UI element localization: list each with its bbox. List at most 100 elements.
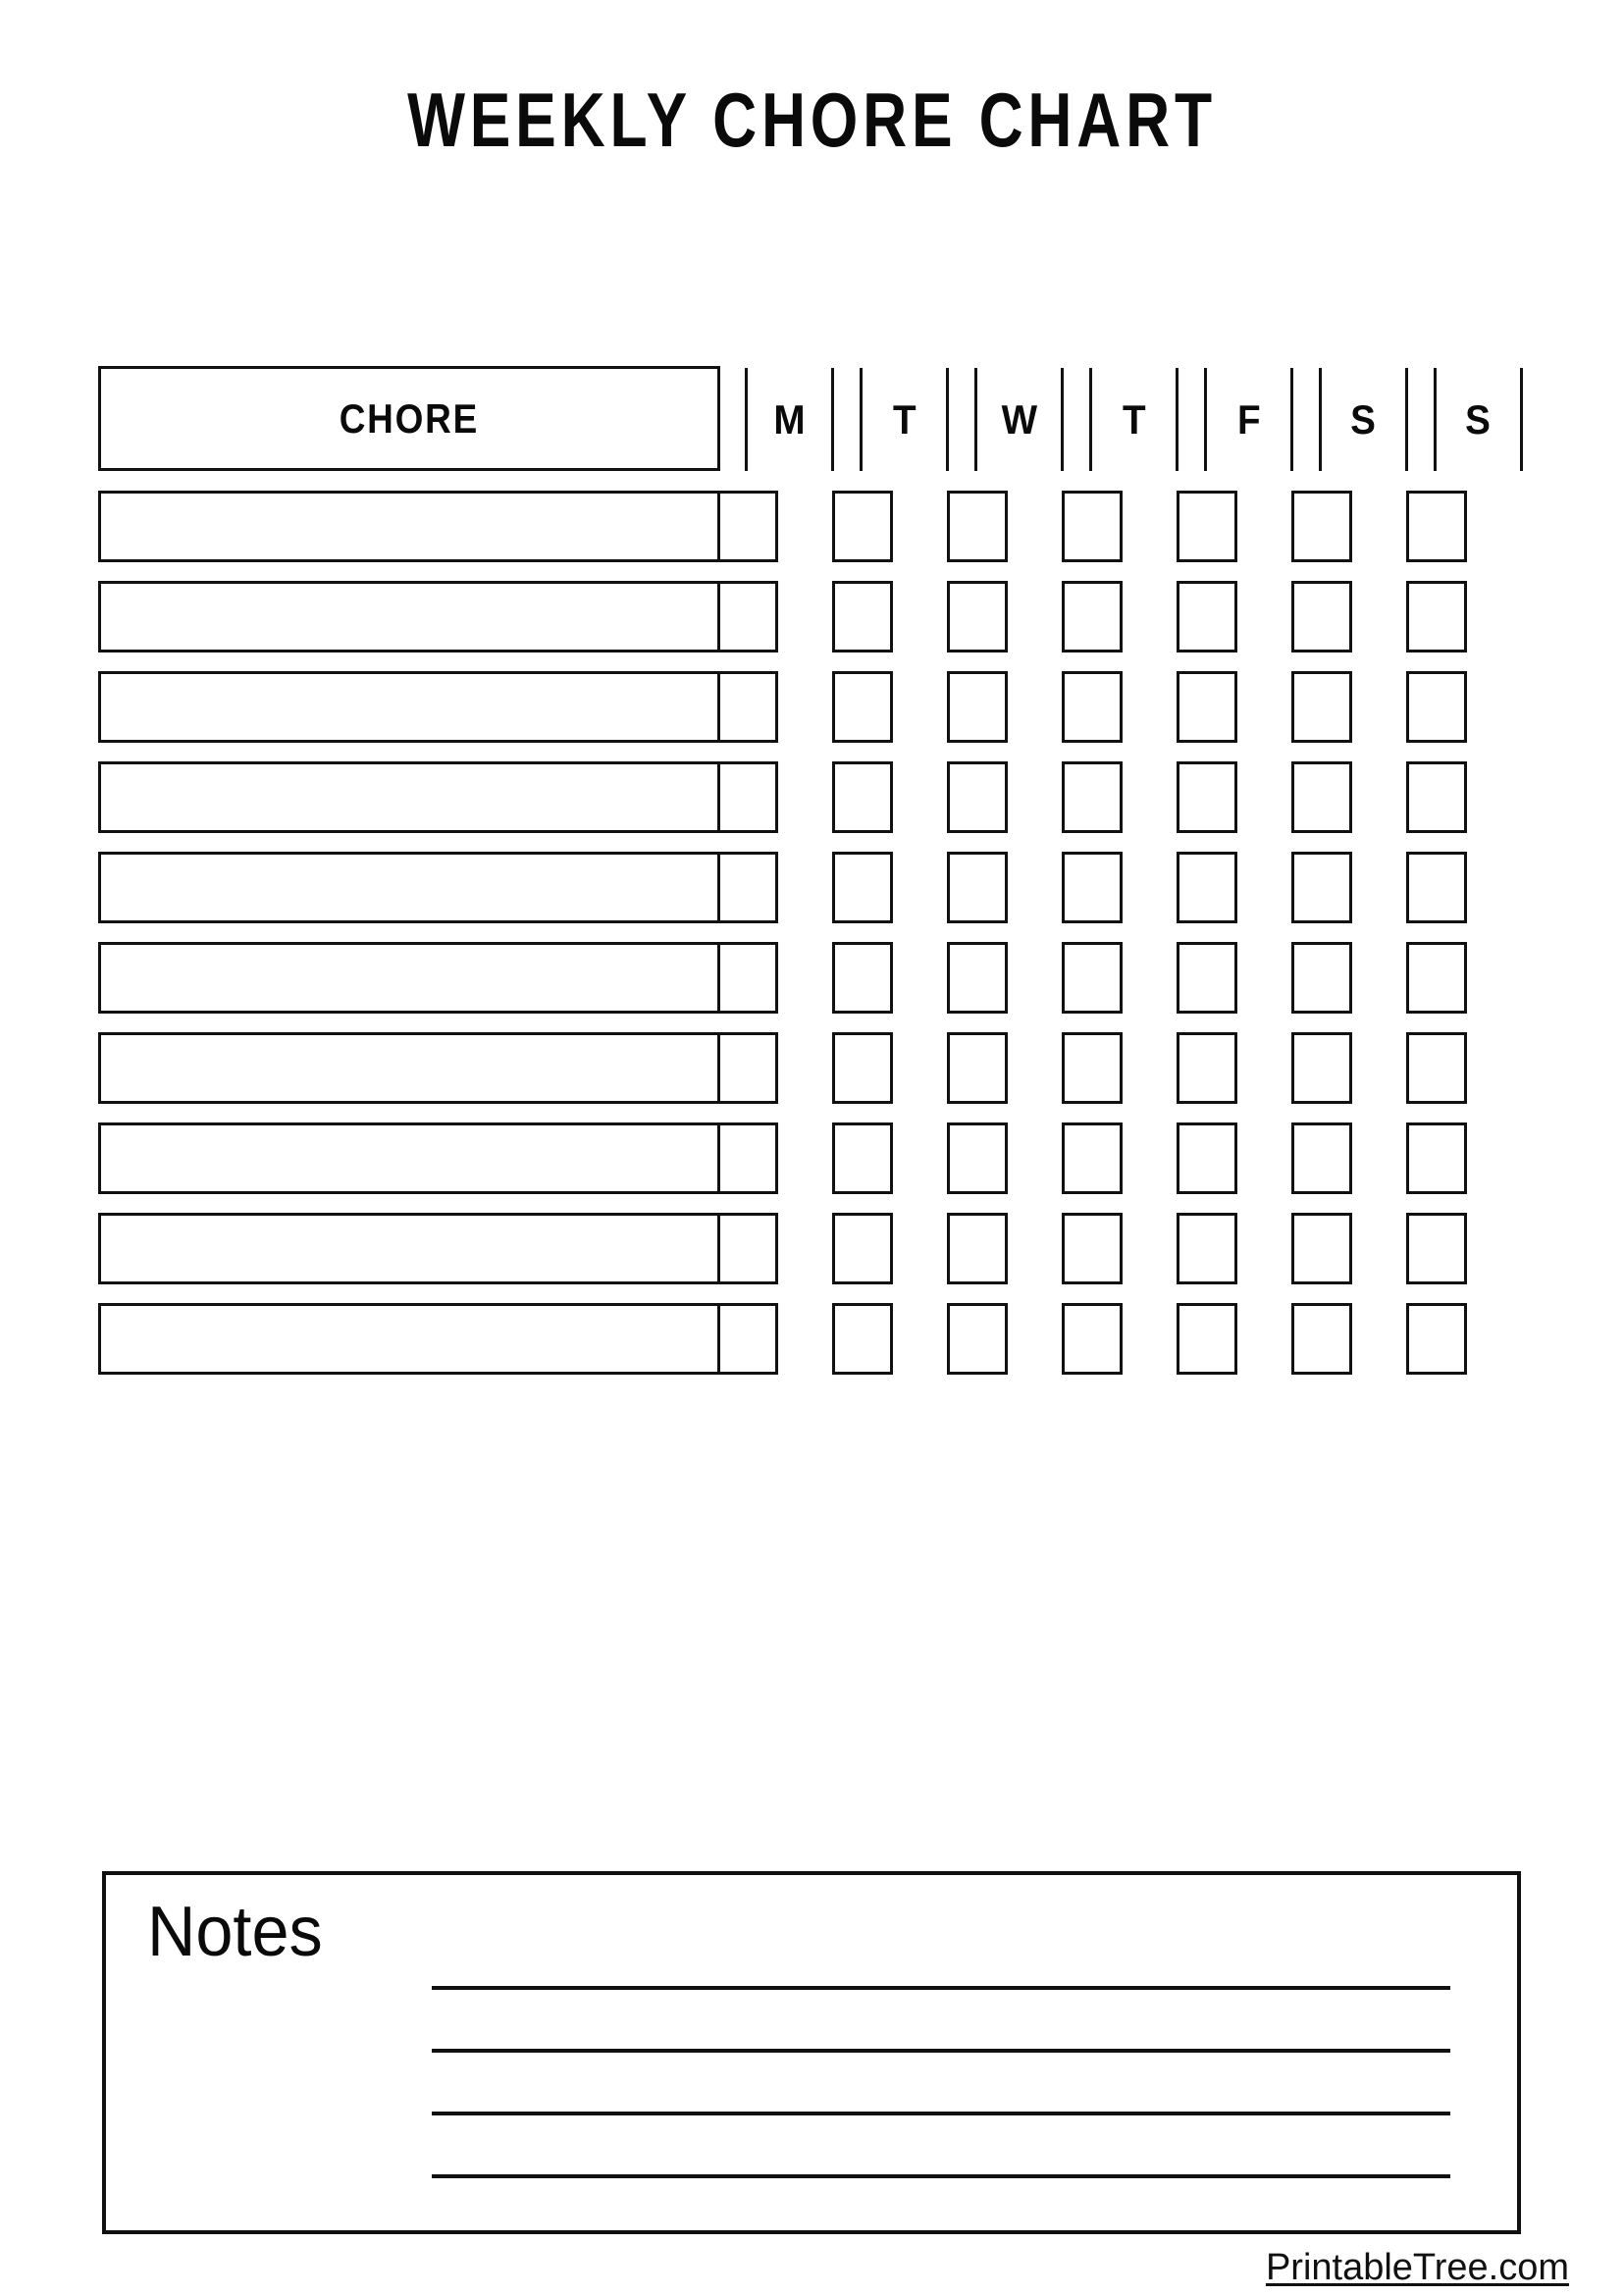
- chore-checkbox[interactable]: [1291, 761, 1352, 833]
- chore-checkbox[interactable]: [832, 1032, 893, 1104]
- chore-checkbox[interactable]: [947, 852, 1008, 923]
- chore-checkbox[interactable]: [832, 761, 893, 833]
- chore-checkbox[interactable]: [947, 491, 1008, 562]
- chore-checkbox[interactable]: [1062, 852, 1123, 923]
- chore-checkbox[interactable]: [1177, 1122, 1237, 1194]
- printabletree-footer-link[interactable]: PrintableTree.com: [0, 2245, 1569, 2290]
- chore-checkbox[interactable]: [1062, 942, 1123, 1014]
- chore-name-input[interactable]: [98, 1032, 720, 1104]
- day-header-cell-6: S: [1434, 368, 1523, 471]
- table-row: [98, 491, 1531, 562]
- table-row: [98, 942, 1531, 1014]
- chore-checkbox[interactable]: [717, 671, 778, 743]
- chore-checkbox[interactable]: [1291, 1213, 1352, 1284]
- chore-checkbox[interactable]: [1177, 671, 1237, 743]
- chore-checkbox[interactable]: [947, 942, 1008, 1014]
- chore-checkbox[interactable]: [717, 761, 778, 833]
- chore-checkbox[interactable]: [717, 1122, 778, 1194]
- chore-checkbox[interactable]: [1406, 942, 1467, 1014]
- chore-checkbox[interactable]: [1406, 1303, 1467, 1375]
- chore-checkbox[interactable]: [1406, 1213, 1467, 1284]
- notes-write-line[interactable]: [432, 2112, 1450, 2115]
- chore-checkbox[interactable]: [947, 671, 1008, 743]
- day-header-cell-3: T: [1089, 368, 1179, 471]
- chore-checkbox[interactable]: [1291, 1303, 1352, 1375]
- notes-write-line[interactable]: [432, 1986, 1450, 1990]
- table-row: [98, 1122, 1531, 1194]
- chore-checkbox[interactable]: [1177, 761, 1237, 833]
- chore-checkbox[interactable]: [1291, 852, 1352, 923]
- chore-checkbox[interactable]: [947, 1303, 1008, 1375]
- chore-name-input[interactable]: [98, 491, 720, 562]
- day-header-label: T: [892, 395, 917, 443]
- chore-checkbox[interactable]: [1177, 581, 1237, 652]
- day-header-label: M: [773, 395, 806, 443]
- chore-checkbox[interactable]: [717, 581, 778, 652]
- chore-checkbox[interactable]: [1291, 1122, 1352, 1194]
- table-row: [98, 581, 1531, 652]
- day-header-cell-5: S: [1319, 368, 1408, 471]
- chore-checkbox[interactable]: [1177, 1032, 1237, 1104]
- chore-name-input[interactable]: [98, 581, 720, 652]
- chore-name-input[interactable]: [98, 1122, 720, 1194]
- chore-checkbox[interactable]: [1062, 1213, 1123, 1284]
- chore-checkbox[interactable]: [832, 581, 893, 652]
- chore-name-input[interactable]: [98, 671, 720, 743]
- day-header-label: T: [1122, 395, 1146, 443]
- chore-checkbox[interactable]: [1062, 1303, 1123, 1375]
- chore-checkbox[interactable]: [832, 1122, 893, 1194]
- chore-checkbox[interactable]: [1291, 942, 1352, 1014]
- chore-checkbox[interactable]: [1177, 852, 1237, 923]
- chore-column-header-label: CHORE: [339, 394, 480, 442]
- chore-checkbox[interactable]: [1291, 1032, 1352, 1104]
- chore-checkbox[interactable]: [832, 852, 893, 923]
- chore-checkbox[interactable]: [1406, 1122, 1467, 1194]
- chore-checkbox[interactable]: [1406, 761, 1467, 833]
- chore-checkbox[interactable]: [1406, 852, 1467, 923]
- day-header-label: W: [1001, 395, 1037, 443]
- chore-checkbox[interactable]: [1291, 491, 1352, 562]
- chore-name-input[interactable]: [98, 1303, 720, 1375]
- chore-name-input[interactable]: [98, 942, 720, 1014]
- chore-checkbox[interactable]: [947, 1122, 1008, 1194]
- chore-checkbox[interactable]: [947, 581, 1008, 652]
- chore-checkbox[interactable]: [717, 1303, 778, 1375]
- notes-section[interactable]: Notes: [102, 1871, 1521, 2234]
- notes-write-line[interactable]: [432, 2174, 1450, 2178]
- chore-checkbox[interactable]: [832, 1213, 893, 1284]
- chore-checkbox[interactable]: [717, 942, 778, 1014]
- day-header-cell-4: F: [1204, 368, 1293, 471]
- chore-checkbox[interactable]: [1062, 671, 1123, 743]
- chore-checkbox[interactable]: [832, 1303, 893, 1375]
- chore-checkbox[interactable]: [1062, 581, 1123, 652]
- chore-checkbox[interactable]: [1062, 1032, 1123, 1104]
- chore-checkbox[interactable]: [1177, 1213, 1237, 1284]
- chore-checkbox[interactable]: [1406, 1032, 1467, 1104]
- chore-checkbox[interactable]: [1177, 491, 1237, 562]
- chore-checkbox[interactable]: [717, 852, 778, 923]
- chore-name-input[interactable]: [98, 852, 720, 923]
- chore-checkbox[interactable]: [717, 491, 778, 562]
- chore-checkbox[interactable]: [1406, 671, 1467, 743]
- chore-checkbox[interactable]: [947, 761, 1008, 833]
- chore-checkbox[interactable]: [1177, 1303, 1237, 1375]
- chore-checkbox[interactable]: [947, 1032, 1008, 1104]
- chore-checkbox[interactable]: [1177, 942, 1237, 1014]
- chore-checkbox[interactable]: [1291, 671, 1352, 743]
- chore-checkbox[interactable]: [1062, 761, 1123, 833]
- chore-checkbox[interactable]: [832, 491, 893, 562]
- chore-checkbox[interactable]: [1062, 491, 1123, 562]
- chore-checkbox[interactable]: [832, 942, 893, 1014]
- notes-write-line[interactable]: [432, 2049, 1450, 2053]
- chore-checkbox[interactable]: [1062, 1122, 1123, 1194]
- chore-checkbox[interactable]: [717, 1213, 778, 1284]
- chore-checkbox[interactable]: [1291, 581, 1352, 652]
- chore-checkbox[interactable]: [832, 671, 893, 743]
- chore-name-input[interactable]: [98, 1213, 720, 1284]
- chore-checkbox[interactable]: [717, 1032, 778, 1104]
- table-row: [98, 761, 1531, 833]
- chore-checkbox[interactable]: [947, 1213, 1008, 1284]
- chore-name-input[interactable]: [98, 761, 720, 833]
- chore-checkbox[interactable]: [1406, 581, 1467, 652]
- chore-checkbox[interactable]: [1406, 491, 1467, 562]
